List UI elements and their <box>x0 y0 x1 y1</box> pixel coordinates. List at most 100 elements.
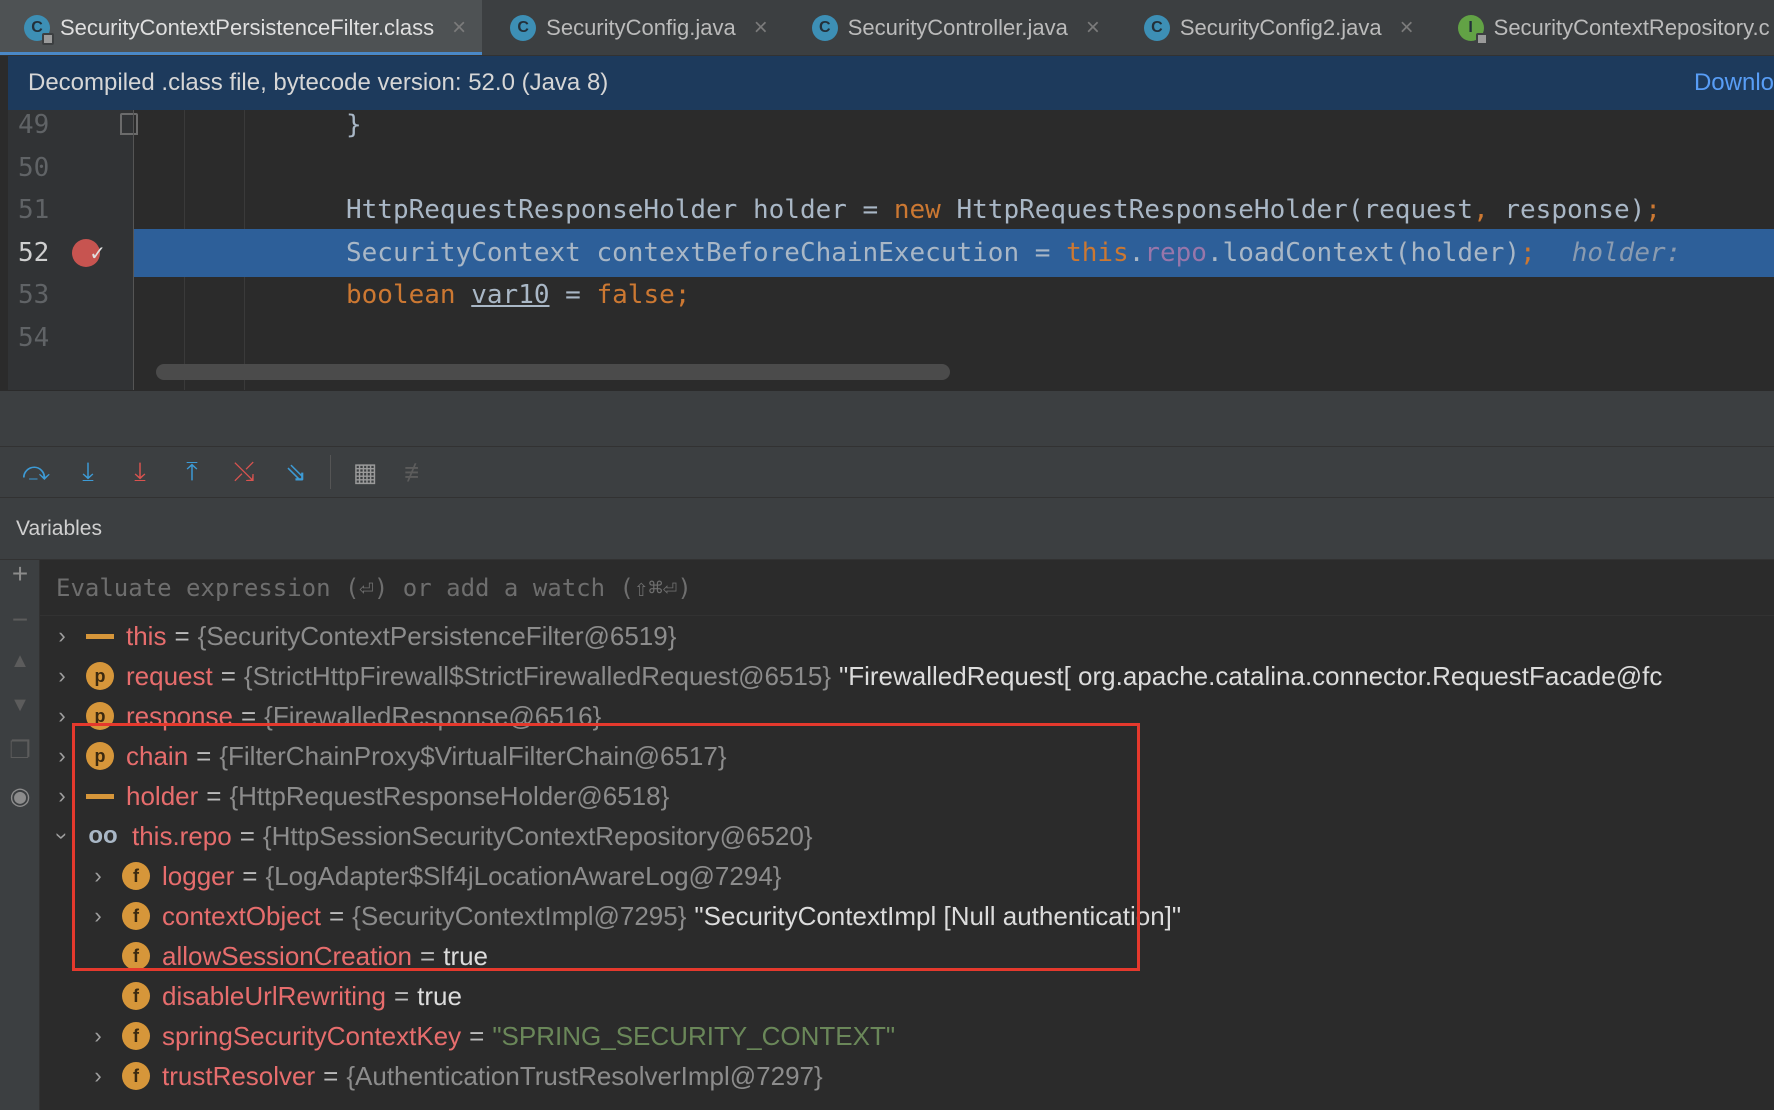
debugger-toolbar: ⤼ ⤓ ⤓ ⤒ ⤯ ⇘ ▦ ≢ <box>0 446 1774 498</box>
line-number: 50 <box>18 153 50 183</box>
tab-security-config2[interactable]: C SecurityConfig2.java × <box>1116 0 1430 55</box>
banner-text: Decompiled .class file, bytecode version… <box>28 69 609 96</box>
semicolon-token: ; <box>1645 195 1661 225</box>
equals-sign: = <box>469 1020 485 1051</box>
code-text: boolean var10 = false; <box>346 271 690 319</box>
keyword-token: new <box>893 195 941 225</box>
tab-label: SecurityContextRepository.c <box>1493 15 1770 40</box>
equals-sign: = <box>393 980 410 1011</box>
expand-arrow-icon[interactable]: › <box>50 623 74 649</box>
fold-marker-icon[interactable] <box>120 113 138 135</box>
force-step-into-icon[interactable]: ⤓ <box>114 450 166 494</box>
toolbar-separator <box>330 455 331 489</box>
expand-arrow-icon[interactable]: › <box>50 783 74 809</box>
step-over-icon[interactable]: ⤼ <box>10 450 62 494</box>
trace-icon[interactable]: ≢ <box>391 450 443 494</box>
code-token: .loadContext(holder) <box>1206 238 1521 268</box>
drop-frame-icon[interactable]: ⤯ <box>218 450 270 494</box>
semicolon-token: ; <box>674 280 691 310</box>
field-icon: f <box>122 1062 150 1090</box>
code-token: SecurityContext contextBeforeChainExecut… <box>346 238 1067 268</box>
variable-name: disableUrlRewriting <box>162 980 386 1011</box>
field-icon: f <box>122 1022 150 1050</box>
variables-tree: › this = {SecurityContextPersistenceFilt… <box>40 616 1774 1110</box>
variable-row-this[interactable]: › this = {SecurityContextPersistenceFilt… <box>50 616 676 656</box>
variable-type: {SecurityContextPersistenceFilter@6519} <box>197 620 677 651</box>
tab-label: SecurityConfig2.java <box>1179 15 1382 40</box>
field-row-spring-security-context-key[interactable]: › f springSecurityContextKey = "SPRING_S… <box>86 1016 895 1056</box>
duplicate-icon[interactable]: ❐ <box>0 736 40 765</box>
tab-security-context-repository[interactable]: I SecurityContextRepository.c <box>1430 0 1774 55</box>
code-token: = <box>549 280 597 310</box>
evaluate-expression-input[interactable]: Evaluate expression (⏎) or add a watch (… <box>40 560 1774 616</box>
tab-security-controller[interactable]: C SecurityController.java × <box>784 0 1116 55</box>
code-token: response) <box>1488 195 1646 225</box>
move-up-icon[interactable]: ▲ <box>0 650 40 673</box>
java-class-icon: C <box>510 15 537 41</box>
equals-sign: = <box>220 660 236 691</box>
code-line-51: 51 HttpRequestResponseHolder holder = ne… <box>8 186 1774 234</box>
add-watch-icon[interactable]: + <box>0 558 40 590</box>
remove-watch-icon[interactable]: − <box>0 604 40 636</box>
expand-arrow-icon[interactable]: › <box>50 743 74 769</box>
java-class-icon: C <box>811 15 838 41</box>
variable-value: true <box>417 980 462 1011</box>
tab-security-config[interactable]: C SecurityConfig.java × <box>482 0 784 55</box>
code-line-54: 54 <box>8 314 1774 362</box>
java-class-icon: C <box>1143 15 1170 41</box>
tab-label: SecurityContextPersistenceFilter.class <box>60 15 435 40</box>
code-text: SecurityContext contextBeforeChainExecut… <box>346 229 1681 277</box>
variable-type: {StrictHttpFirewall$StrictFirewalledRequ… <box>243 660 832 691</box>
line-number: 52 <box>18 238 50 268</box>
close-icon[interactable]: × <box>452 14 466 42</box>
move-down-icon[interactable]: ▼ <box>0 694 40 717</box>
step-out-icon[interactable]: ⤒ <box>166 450 218 494</box>
variable-tostring: "FirewalledRequest[ org.apache.catalina.… <box>839 660 1663 691</box>
variable-name: trustResolver <box>162 1060 316 1091</box>
expand-arrow-icon[interactable]: › <box>50 663 74 689</box>
keyword-token: boolean <box>346 280 456 310</box>
evaluate-icon[interactable]: ▦ <box>339 450 391 494</box>
code-token: HttpRequestResponseHolder(request <box>940 195 1474 225</box>
comma-token: , <box>1473 195 1489 225</box>
local-variable-icon <box>86 622 114 650</box>
code-line-52-current: 52 SecurityContext contextBeforeChainExe… <box>8 229 1774 277</box>
run-to-cursor-icon[interactable]: ⇘ <box>270 450 322 494</box>
download-sources-link[interactable]: Downlo <box>1694 69 1774 97</box>
field-row-disable-url-rewriting[interactable]: › f disableUrlRewriting = true <box>86 976 462 1016</box>
line-number: 53 <box>18 280 50 310</box>
horizontal-scrollbar[interactable] <box>156 364 950 380</box>
code-editor[interactable]: 49 } 50 51 HttpRequestResponseHolder hol… <box>8 110 1774 390</box>
variable-name: this <box>126 620 167 651</box>
gutter-divider <box>133 110 134 390</box>
tab-security-context-persistence-filter[interactable]: C SecurityContextPersistenceFilter.class… <box>0 0 483 55</box>
variable-name: springSecurityContextKey <box>162 1020 462 1051</box>
keyword-token: this <box>1066 238 1129 268</box>
parameter-icon: p <box>86 662 114 690</box>
step-into-icon[interactable]: ⤓ <box>62 450 114 494</box>
tab-label: SecurityController.java <box>847 15 1068 40</box>
field-token: repo <box>1144 238 1207 268</box>
close-icon[interactable]: × <box>1086 14 1100 42</box>
field-row-trust-resolver[interactable]: › f trustResolver = {AuthenticationTrust… <box>86 1056 822 1096</box>
editor-tab-bar: C SecurityContextPersistenceFilter.class… <box>0 0 1774 56</box>
variables-side-toolbar: + − ▲ ▼ ❐ ◉ <box>0 558 40 1110</box>
line-number: 51 <box>18 195 50 225</box>
expand-arrow-icon[interactable]: › <box>86 1023 110 1049</box>
semicolon-token: ; <box>1520 238 1536 268</box>
close-icon[interactable]: × <box>754 14 768 42</box>
equals-sign: = <box>323 1060 339 1091</box>
breakpoint-icon[interactable] <box>72 229 106 277</box>
variables-header: Variables <box>0 498 1774 560</box>
line-number: 54 <box>18 323 50 353</box>
expand-arrow-icon[interactable]: › <box>50 703 74 729</box>
interface-icon: I <box>1457 15 1488 45</box>
brace: } <box>346 110 362 140</box>
variable-row-request[interactable]: › p request = {StrictHttpFirewall$Strict… <box>50 656 1662 696</box>
debugger-header[interactable] <box>0 390 1774 446</box>
expand-arrow-icon[interactable]: › <box>86 1063 110 1089</box>
class-file-icon: C <box>24 15 54 45</box>
watches-eye-icon[interactable]: ◉ <box>0 782 40 811</box>
close-icon[interactable]: × <box>1400 14 1414 42</box>
